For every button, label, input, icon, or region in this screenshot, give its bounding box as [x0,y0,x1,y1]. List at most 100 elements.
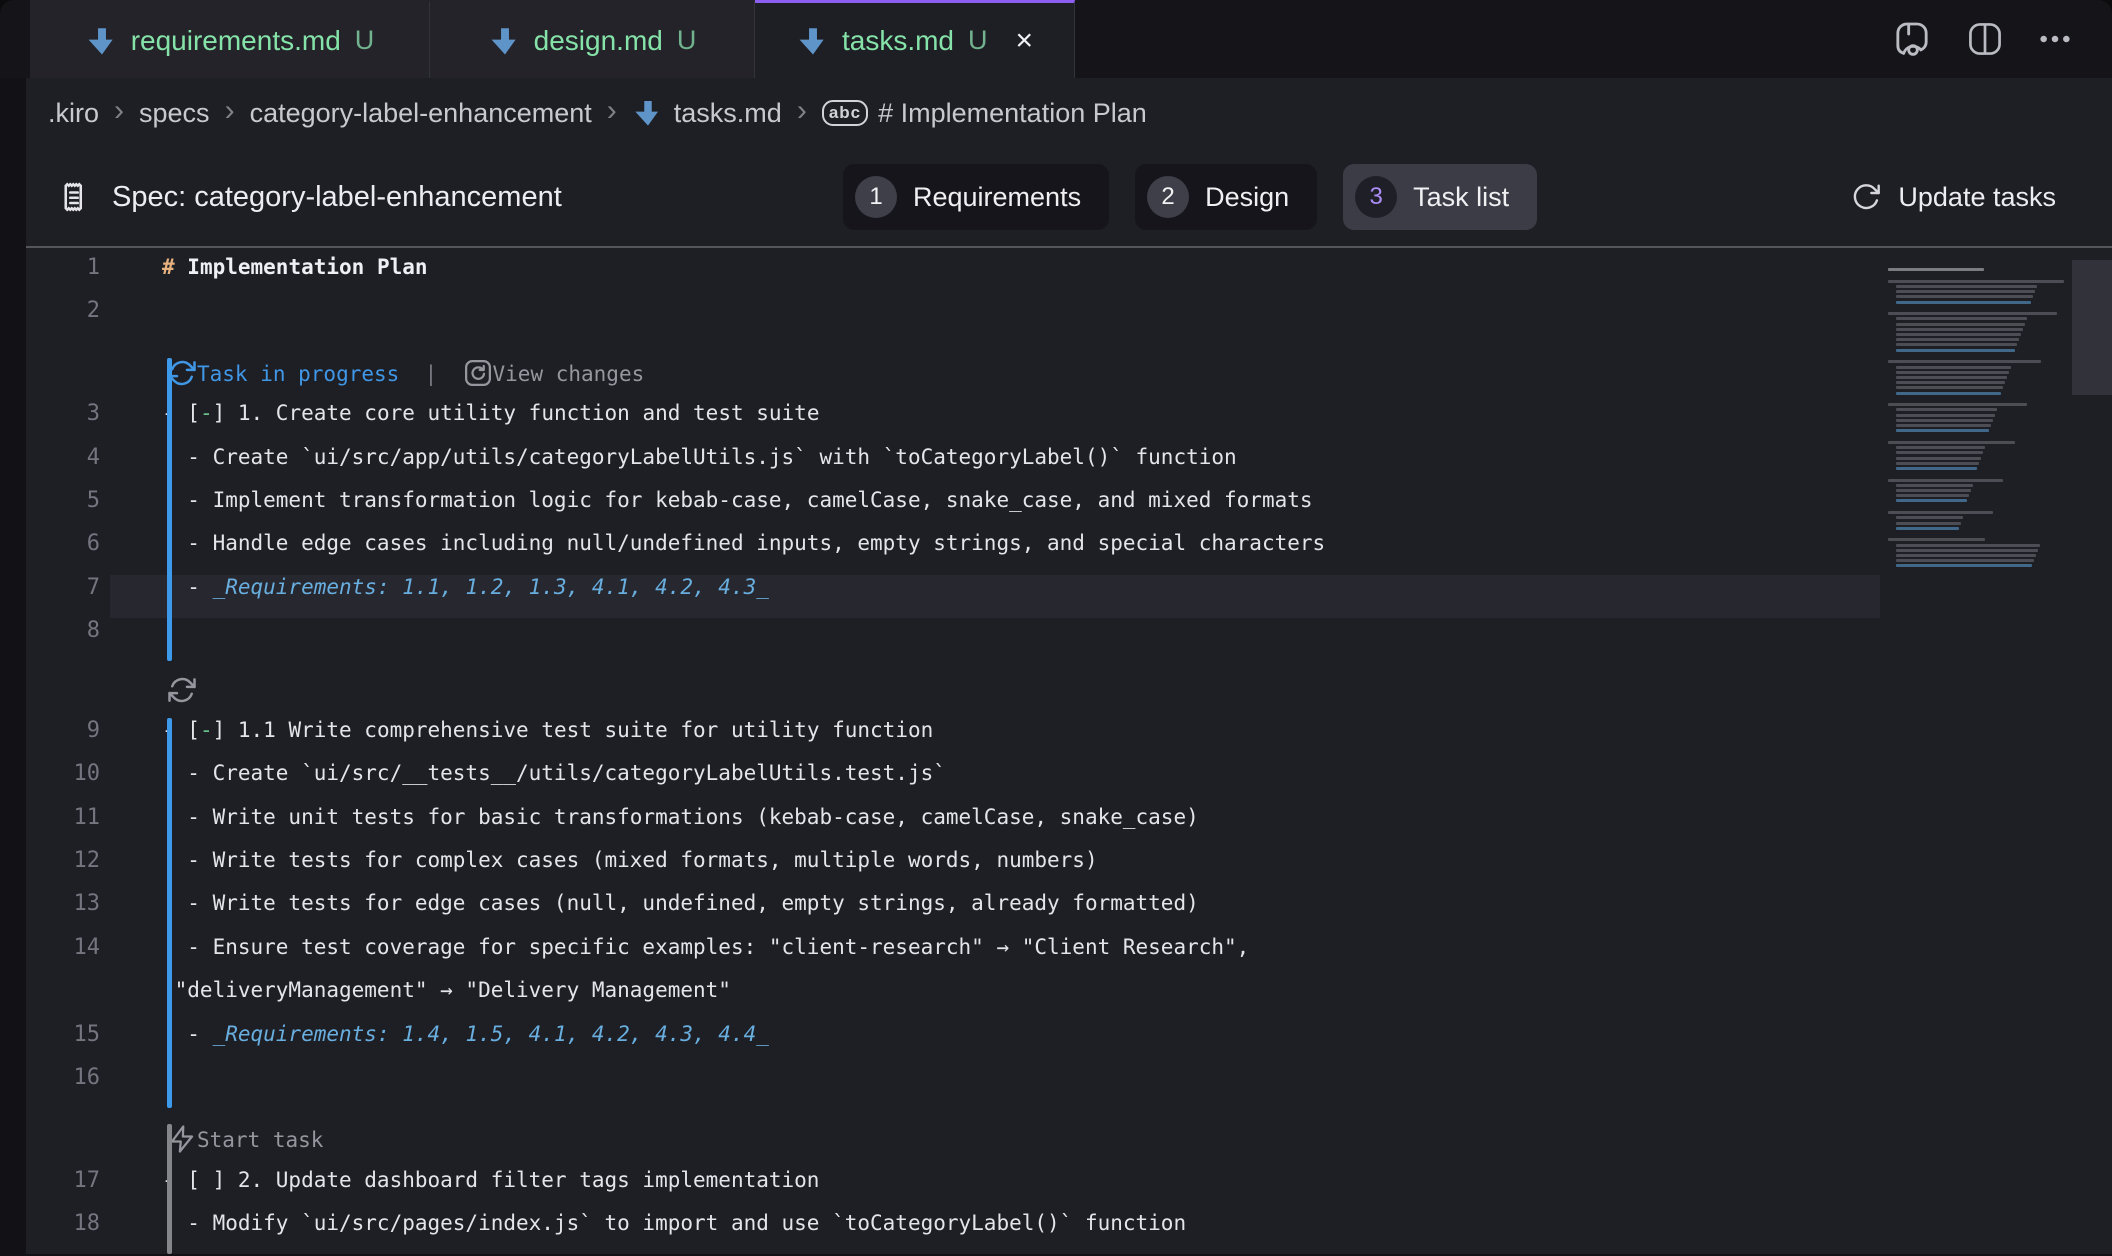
minimap-line [1888,403,2027,406]
code-row: 4 - Create `ui/src/app/utils/categoryLab… [26,445,2112,488]
breadcrumb-item-1[interactable]: .kiro [48,98,99,129]
icon-sync [26,675,2112,718]
tab-git-badge: U [968,25,988,56]
step-number-badge: 1 [855,176,897,218]
minimap-line [1896,338,2019,341]
code-line[interactable]: - _Requirements: 1.4, 1.5, 4.1, 4.2, 4.3… [162,1022,769,1046]
update-tasks-label: Update tasks [1898,182,2056,213]
editor[interactable]: 1 # Implementation Plan 2 Task in progress … [26,246,2112,1254]
line-number: 8 [26,618,100,643]
minimap-line [1896,381,2005,384]
breadcrumb-item-2[interactable]: specs [139,98,210,129]
breadcrumb-label: category-label-enhancement [250,98,592,129]
codelens-start-task[interactable]: Start task [167,1128,323,1152]
update-tasks-button[interactable]: Update tasks [1850,148,2056,246]
code-row: 14 - Ensure test coverage for specific e… [26,935,2112,978]
editor-actions [1075,0,2112,78]
minimap-line [1896,301,2031,304]
code-line[interactable]: "deliveryManagement" → "Delivery Managem… [162,978,731,1002]
minimap-line [1896,544,2040,547]
code-row: 8 [26,618,2112,661]
code-line[interactable]: - [ ] 2. Update dashboard filter tags im… [162,1168,819,1192]
minimap-line [1896,522,1961,525]
code-line[interactable]: - Implement transformation logic for keb… [162,488,1313,512]
sync-icon[interactable] [167,679,197,703]
symbol-text-icon: abc [822,100,868,126]
minimap-line [1888,479,2003,482]
minimap-line [1896,366,2011,369]
tab-tasks-md[interactable]: tasks.md U × [755,0,1075,78]
breadcrumb-label: .kiro [48,98,99,129]
tab-requirements-md[interactable]: requirements.md U [30,0,430,78]
minimap-line [1896,414,1995,417]
codelens-view-changes[interactable]: View changes [463,362,645,386]
line-number: 5 [26,488,100,513]
tab-design-md[interactable]: design.mdU [430,0,755,78]
code-line[interactable]: - Create `ui/src/__tests__/utils/categor… [162,761,946,785]
step-pill-task-list[interactable]: 3Task list [1343,164,1537,230]
markdown-down-icon [85,24,119,58]
line-number: 16 [26,1065,100,1090]
close-icon[interactable]: × [1016,26,1034,56]
minimap-line [1888,511,1993,514]
line-number: 12 [26,848,100,873]
minimap[interactable] [1888,264,2074,1254]
markdown-down-icon [796,24,830,58]
line-number: 11 [26,805,100,830]
code-line[interactable]: - _Requirements: 1.1, 1.2, 1.3, 4.1, 4.2… [162,575,769,599]
step-pill-requirements[interactable]: 1 Requirements [843,164,1109,230]
minimap-line [1896,285,2037,288]
kiro-agent-icon[interactable] [1892,19,1932,59]
minimap-line [1896,527,1959,530]
code-line[interactable]: - [-] 1.1 Write comprehensive test suite… [162,718,933,742]
chevron-right-icon: › [607,94,617,128]
code-line[interactable]: - Create `ui/src/app/utils/categoryLabel… [162,445,1237,469]
minimap-line [1896,376,2007,379]
tab-label: design.md [534,25,663,57]
tab-git-badge: U [355,25,375,56]
code-row: 7 - _Requirements: 1.1, 1.2, 1.3, 4.1, 4… [26,575,2112,618]
spec-title: Spec: category-label-enhancement [112,181,562,214]
codelens-row: Task in progress | View changes [167,358,644,388]
breadcrumb: .kiro›specs›category-label-enhancement›t… [26,78,2112,148]
minimap-line [1896,371,2009,374]
tab-label: requirements.md [131,25,341,57]
step-pill-design[interactable]: 2Design [1135,164,1317,230]
code-line[interactable]: - [-] 1. Create core utility function an… [162,401,819,425]
minimap-line [1888,280,2064,283]
breadcrumb-item-3[interactable]: category-label-enhancement [250,98,592,129]
more-actions-icon[interactable] [2038,22,2072,56]
codelens-task-in-progress[interactable]: Task in progress [167,362,399,386]
code-line[interactable]: - Handle edge cases including null/undef… [162,531,1325,555]
code-row: 12 - Write tests for complex cases (mixe… [26,848,2112,891]
minimap-line [1896,516,1963,519]
minimap-line [1888,312,2057,315]
line-number: 1 [26,255,100,280]
tab-label: tasks.md [842,25,954,57]
line-number: 17 [26,1168,100,1193]
minimap-line [1896,451,1983,454]
minimap-line [1896,489,1971,492]
scrollbar-thumb[interactable] [2072,260,2112,395]
minimap-line [1896,429,1989,432]
task-status-bar-blue [167,718,172,1108]
minimap-line [1896,349,2015,352]
code-row: 13 - Write tests for edge cases (null, u… [26,891,2112,934]
code-line[interactable]: - Write tests for complex cases (mixed f… [162,848,1098,872]
code-line[interactable]: - Write tests for edge cases (null, unde… [162,891,1199,915]
code-line[interactable]: # Implementation Plan [162,255,428,279]
code-line[interactable]: - Write unit tests for basic transformat… [162,805,1199,829]
code-line[interactable]: - Ensure test coverage for specific exam… [162,935,1249,959]
code-row: 9- [-] 1.1 Write comprehensive test suit… [26,718,2112,761]
code-line[interactable]: - Modify `ui/src/pages/index.js` to impo… [162,1211,1186,1235]
breadcrumb-item-5[interactable]: abc# Implementation Plan [822,98,1147,129]
code-row: "deliveryManagement" → "Delivery Managem… [26,978,2112,1021]
step-label: Requirements [913,182,1081,213]
spec-bar: Spec: category-label-enhancement 1 Requir… [26,148,2112,246]
minimap-line [1896,343,2017,346]
split-editor-icon[interactable] [1966,20,2004,58]
task-status-bar-gray [167,1124,172,1254]
line-number: 15 [26,1022,100,1047]
code-row: 2 [26,298,2112,341]
breadcrumb-item-4[interactable]: tasks.md [632,97,782,129]
